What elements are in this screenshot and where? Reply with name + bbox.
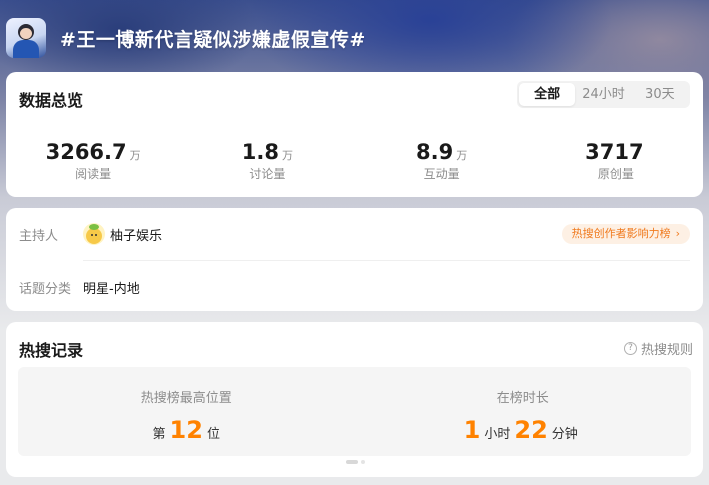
overview-title: 数据总览 — [19, 91, 84, 110]
topic-avatar[interactable] — [6, 18, 46, 58]
rank-value: 12 — [169, 416, 203, 444]
hot-search-record-card: 热搜记录 ? 热搜规则 热搜榜最高位置 第 12 位 在榜时长 1 小时 22 … — [6, 322, 703, 477]
tab-all[interactable]: 全部 — [519, 83, 576, 106]
stat-label: 讨论量 — [249, 167, 286, 181]
topic-header: #王一博新代言疑似涉嫌虚假宣传# — [6, 17, 703, 59]
time-range-tabs: 全部 24小时 30天 — [517, 81, 690, 108]
duration-label: 在榜时长 — [496, 391, 549, 406]
page-dot-active — [346, 460, 358, 464]
tab-30d[interactable]: 30天 — [632, 83, 688, 106]
stat-label: 互动量 — [423, 167, 460, 181]
hot-record-title: 热搜记录 — [19, 341, 84, 360]
stats-row: 3266.7 万 阅读量 1.8 万 讨论量 8.9 万 互动量 3717 原创 — [6, 138, 703, 182]
hours-unit: 小时 — [484, 427, 511, 442]
stat-reads: 3266.7 万 阅读量 — [6, 138, 180, 182]
tab-24h[interactable]: 24小时 — [575, 83, 631, 106]
minutes-unit: 分钟 — [551, 427, 578, 442]
category-label: 话题分类 — [19, 281, 72, 297]
badge-label: 热搜创作者影响力榜 — [571, 227, 671, 240]
stat-interactions: 8.9 万 互动量 — [355, 138, 529, 182]
stat-unit: 万 — [281, 149, 293, 162]
question-icon: ? — [623, 342, 637, 355]
topic-title: #王一博新代言疑似涉嫌虚假宣传# — [60, 28, 366, 51]
category-row: 话题分类 明星-内地 — [19, 275, 690, 299]
category-value: 明星-内地 — [83, 281, 140, 297]
pagination-dots — [346, 460, 365, 464]
minutes-value: 22 — [514, 416, 548, 444]
stat-unit: 万 — [456, 149, 468, 162]
stat-value: 1.8 — [241, 140, 279, 164]
host-avatar[interactable] — [83, 223, 105, 245]
stat-value: 3717 — [585, 140, 644, 164]
highest-rank-cell: 热搜榜最高位置 第 12 位 — [18, 367, 355, 456]
overview-card: 数据总览 全部 24小时 30天 3266.7 万 阅读量 1.8 万 讨论量 … — [6, 72, 703, 197]
stat-label: 原创量 — [597, 167, 634, 181]
hot-stats-box: 热搜榜最高位置 第 12 位 在榜时长 1 小时 22 分钟 — [18, 367, 691, 456]
rank-suffix: 位 — [206, 427, 220, 442]
host-name[interactable]: 柚子娱乐 — [110, 225, 162, 244]
host-label: 主持人 — [19, 228, 59, 244]
hours-value: 1 — [463, 416, 481, 444]
page-dot — [361, 460, 365, 464]
stat-originals: 3717 原创量 — [529, 138, 703, 182]
stat-value: 8.9 — [416, 140, 454, 164]
stat-unit: 万 — [129, 149, 141, 162]
stat-label: 阅读量 — [75, 167, 112, 181]
rules-label: 热搜规则 — [640, 343, 693, 358]
divider — [83, 260, 690, 261]
stat-discussions: 1.8 万 讨论量 — [180, 138, 354, 182]
topic-info-card: 主持人 柚子娱乐 热搜创作者影响力榜 › 话题分类 明星-内地 — [6, 208, 703, 311]
duration-cell: 在榜时长 1 小时 22 分钟 — [355, 367, 692, 456]
stat-value: 3266.7 — [45, 140, 127, 164]
hot-search-rules-link[interactable]: ? 热搜规则 — [623, 339, 693, 358]
highest-rank-label: 热搜榜最高位置 — [140, 391, 232, 406]
rank-prefix: 第 — [152, 427, 166, 442]
creator-influence-ranking-link[interactable]: 热搜创作者影响力榜 › — [561, 224, 690, 244]
chevron-right-icon: › — [675, 227, 680, 240]
